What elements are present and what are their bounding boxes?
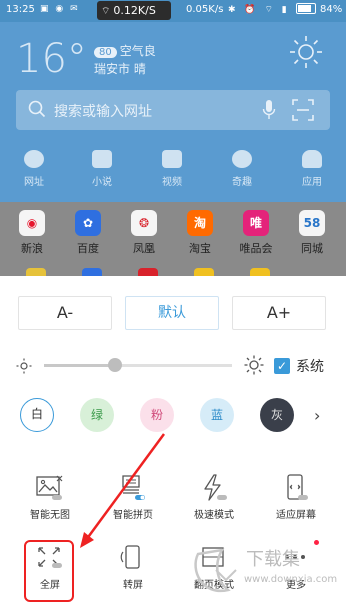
watermark-url: www.downxia.com (244, 574, 338, 585)
annotation-arrow (80, 433, 166, 548)
watermark-brand: 下载集 (246, 549, 300, 570)
